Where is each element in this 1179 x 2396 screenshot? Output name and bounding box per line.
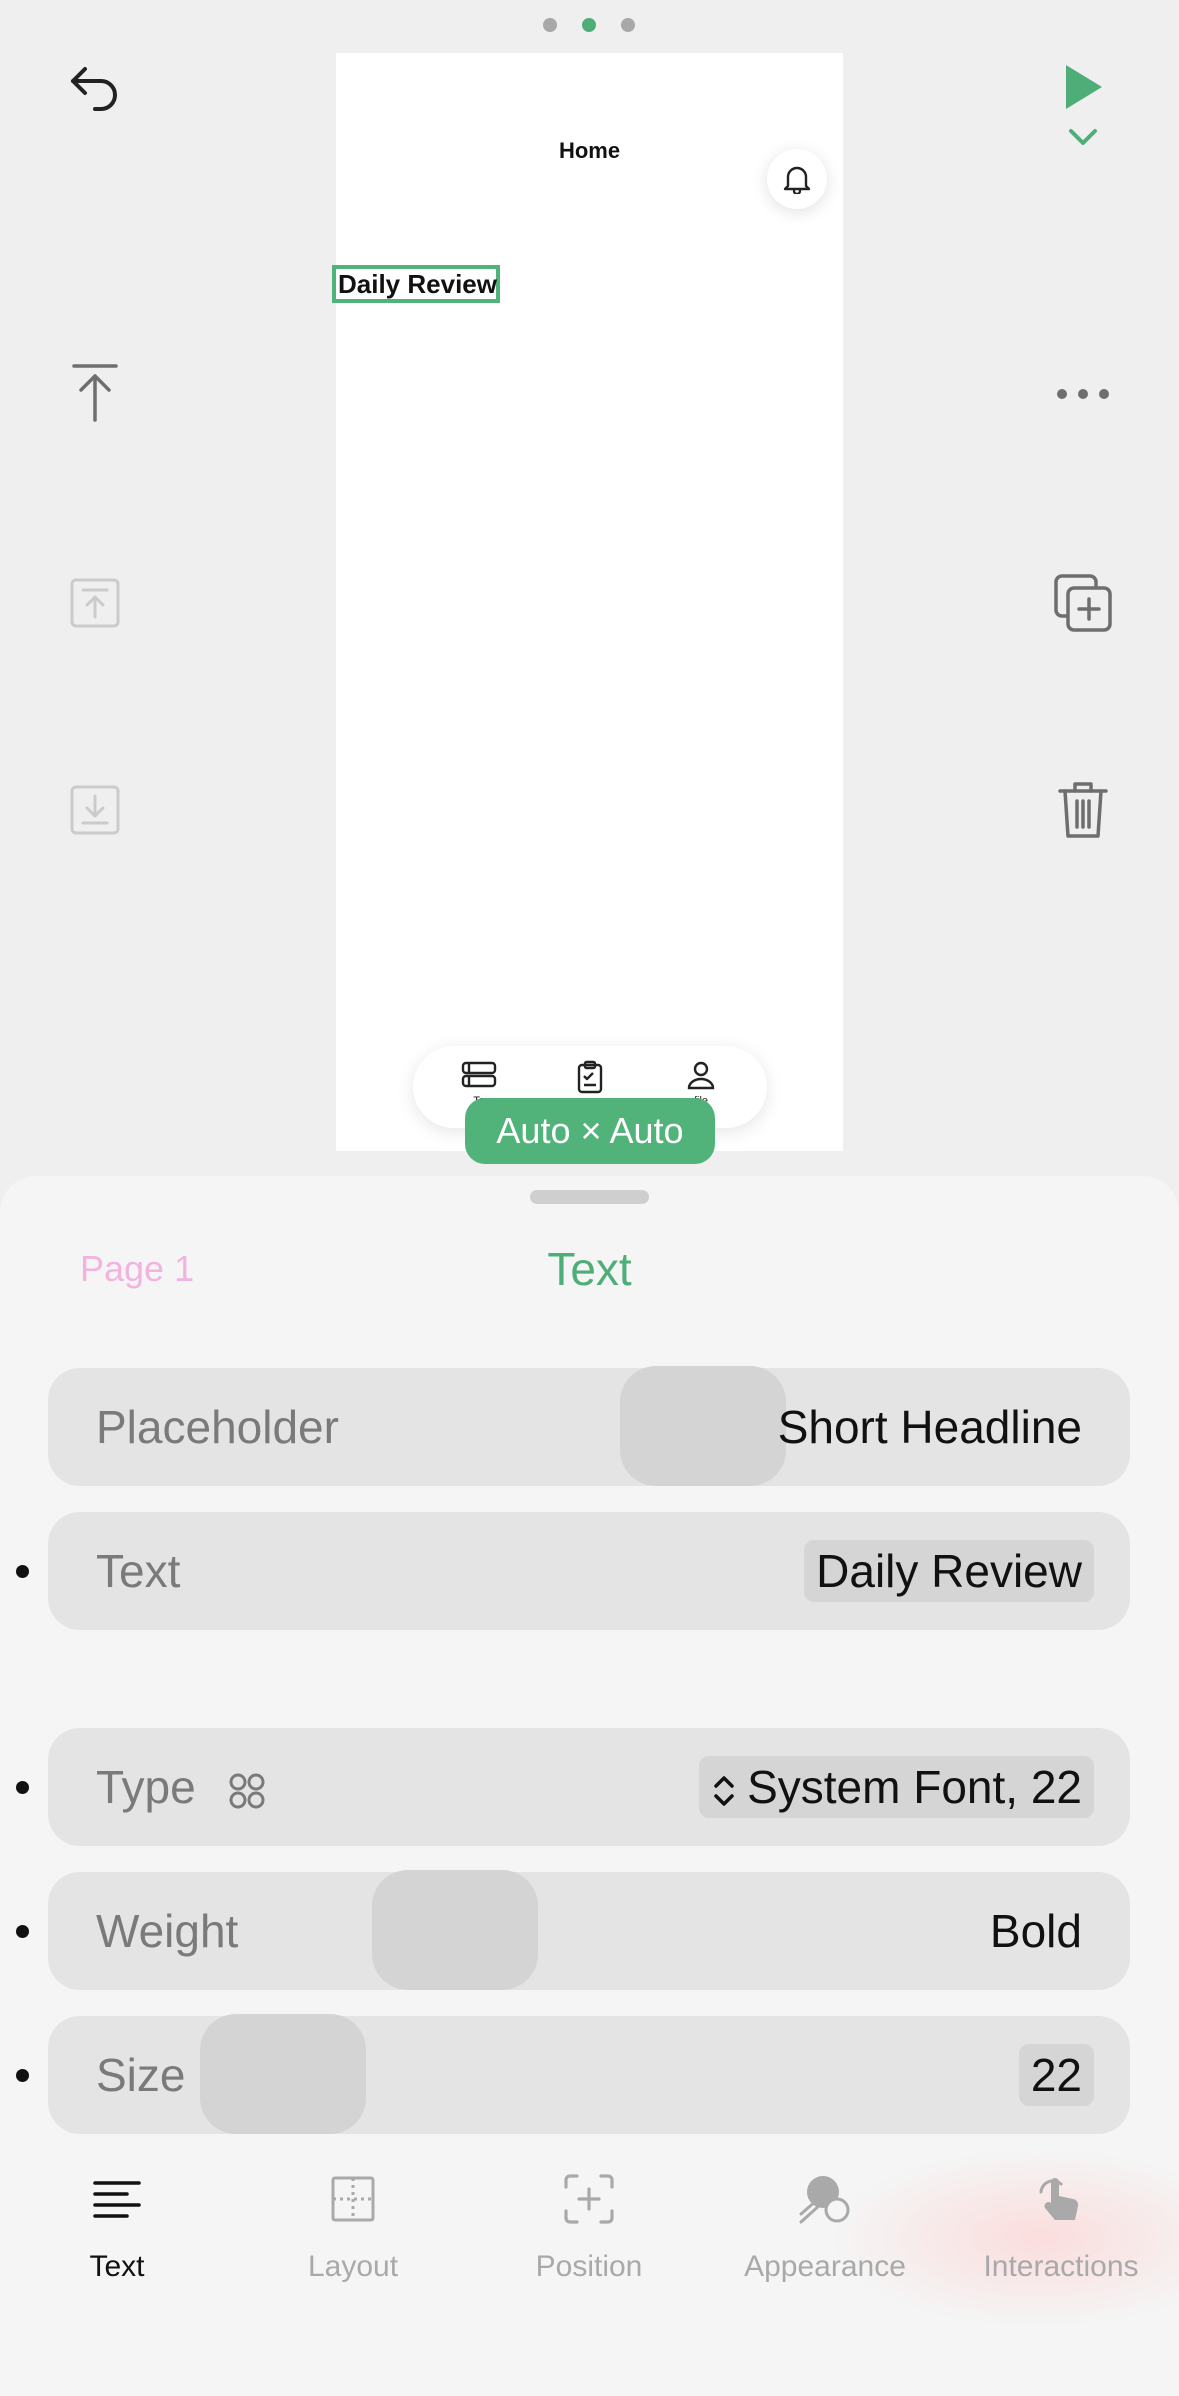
delete-button[interactable] — [1050, 775, 1116, 845]
bell-icon — [783, 166, 811, 194]
type-row[interactable]: Type System Font, 22 — [48, 1728, 1130, 1846]
touch-highlight — [372, 1870, 538, 1990]
sheet-grabber[interactable] — [530, 1190, 649, 1204]
design-canvas[interactable]: Home Daily Review To file — [332, 53, 843, 1151]
chevron-down-icon[interactable] — [1066, 126, 1100, 148]
tab-text[interactable]: Text — [17, 2168, 217, 2284]
tab-label: Interactions — [983, 2250, 1139, 2283]
row-label: Type — [96, 1728, 267, 1846]
text-align-icon — [93, 2181, 141, 2218]
bullet — [16, 1565, 29, 1578]
layout-icon — [331, 2176, 375, 2222]
chevron-up-down-icon — [714, 1776, 734, 1806]
bring-forward-button[interactable] — [62, 570, 128, 636]
tab-label: Appearance — [744, 2250, 906, 2283]
send-backward-button[interactable] — [62, 777, 128, 843]
page-dot — [543, 18, 557, 32]
size-value-field[interactable]: 22 — [1018, 2044, 1094, 2106]
tab-label: Layout — [307, 2250, 399, 2283]
tab-position[interactable]: Position — [489, 2168, 689, 2284]
play-icon — [1066, 65, 1102, 109]
row-label: Text — [96, 1545, 181, 1597]
touch-highlight — [620, 1366, 786, 1486]
list-icon — [461, 1061, 497, 1088]
tab-appearance[interactable]: Appearance — [725, 2168, 925, 2284]
panel-title: Text — [547, 1243, 632, 1295]
text-value-field[interactable]: Daily Review — [804, 1540, 1094, 1602]
trash-icon — [1058, 782, 1108, 838]
bring-forward-icon — [70, 578, 120, 628]
canvas-tab-item[interactable] — [568, 1060, 612, 1099]
size-row[interactable]: Size 22 — [48, 2014, 1130, 2134]
tab-label: Position — [535, 2250, 643, 2283]
touch-highlight — [200, 2014, 366, 2134]
tab-label: Text — [89, 2250, 145, 2283]
run-button[interactable] — [1050, 50, 1116, 160]
move-to-top-button[interactable] — [62, 360, 128, 426]
page-dot — [621, 18, 635, 32]
text-row[interactable]: Text Daily Review — [48, 1512, 1130, 1630]
undo-icon — [71, 67, 117, 111]
size-badge: Auto × Auto — [465, 1098, 715, 1164]
more-icon — [1057, 389, 1109, 399]
bullet — [16, 1781, 29, 1794]
placeholder-row[interactable]: Placeholder Short Headline — [48, 1366, 1130, 1486]
tab-interactions[interactable]: Interactions — [961, 2168, 1161, 2284]
tap-icon — [1039, 2178, 1079, 2220]
notification-button[interactable] — [767, 149, 827, 209]
row-label: Size — [96, 2049, 186, 2101]
page-dot-active — [582, 18, 596, 32]
weight-value[interactable]: Bold — [990, 1872, 1082, 1990]
row-label: Placeholder — [96, 1401, 339, 1453]
bullet — [16, 1925, 29, 1938]
font-picker[interactable]: System Font, 22 — [699, 1756, 1094, 1818]
weight-row[interactable]: Weight Bold — [48, 1870, 1130, 1990]
selected-text-element[interactable]: Daily Review — [332, 265, 500, 303]
position-icon — [564, 2174, 614, 2224]
duplicate-button[interactable] — [1050, 570, 1116, 636]
bullet — [16, 2069, 29, 2082]
tab-layout[interactable]: Layout — [253, 2168, 453, 2284]
placeholder-value[interactable]: Short Headline — [778, 1368, 1082, 1486]
appearance-icon — [799, 2176, 850, 2224]
send-backward-icon — [70, 785, 120, 835]
font-options-icon[interactable] — [227, 1771, 267, 1811]
font-value: System Font, 22 — [747, 1761, 1082, 1813]
duplicate-icon — [1054, 574, 1112, 632]
clipboard-icon — [577, 1060, 603, 1094]
more-button[interactable] — [1050, 364, 1116, 424]
undo-button[interactable] — [62, 52, 128, 118]
move-to-top-icon — [72, 364, 118, 422]
nav-title: Home — [558, 138, 621, 163]
person-icon — [687, 1061, 715, 1090]
row-label: Weight — [96, 1905, 239, 1957]
